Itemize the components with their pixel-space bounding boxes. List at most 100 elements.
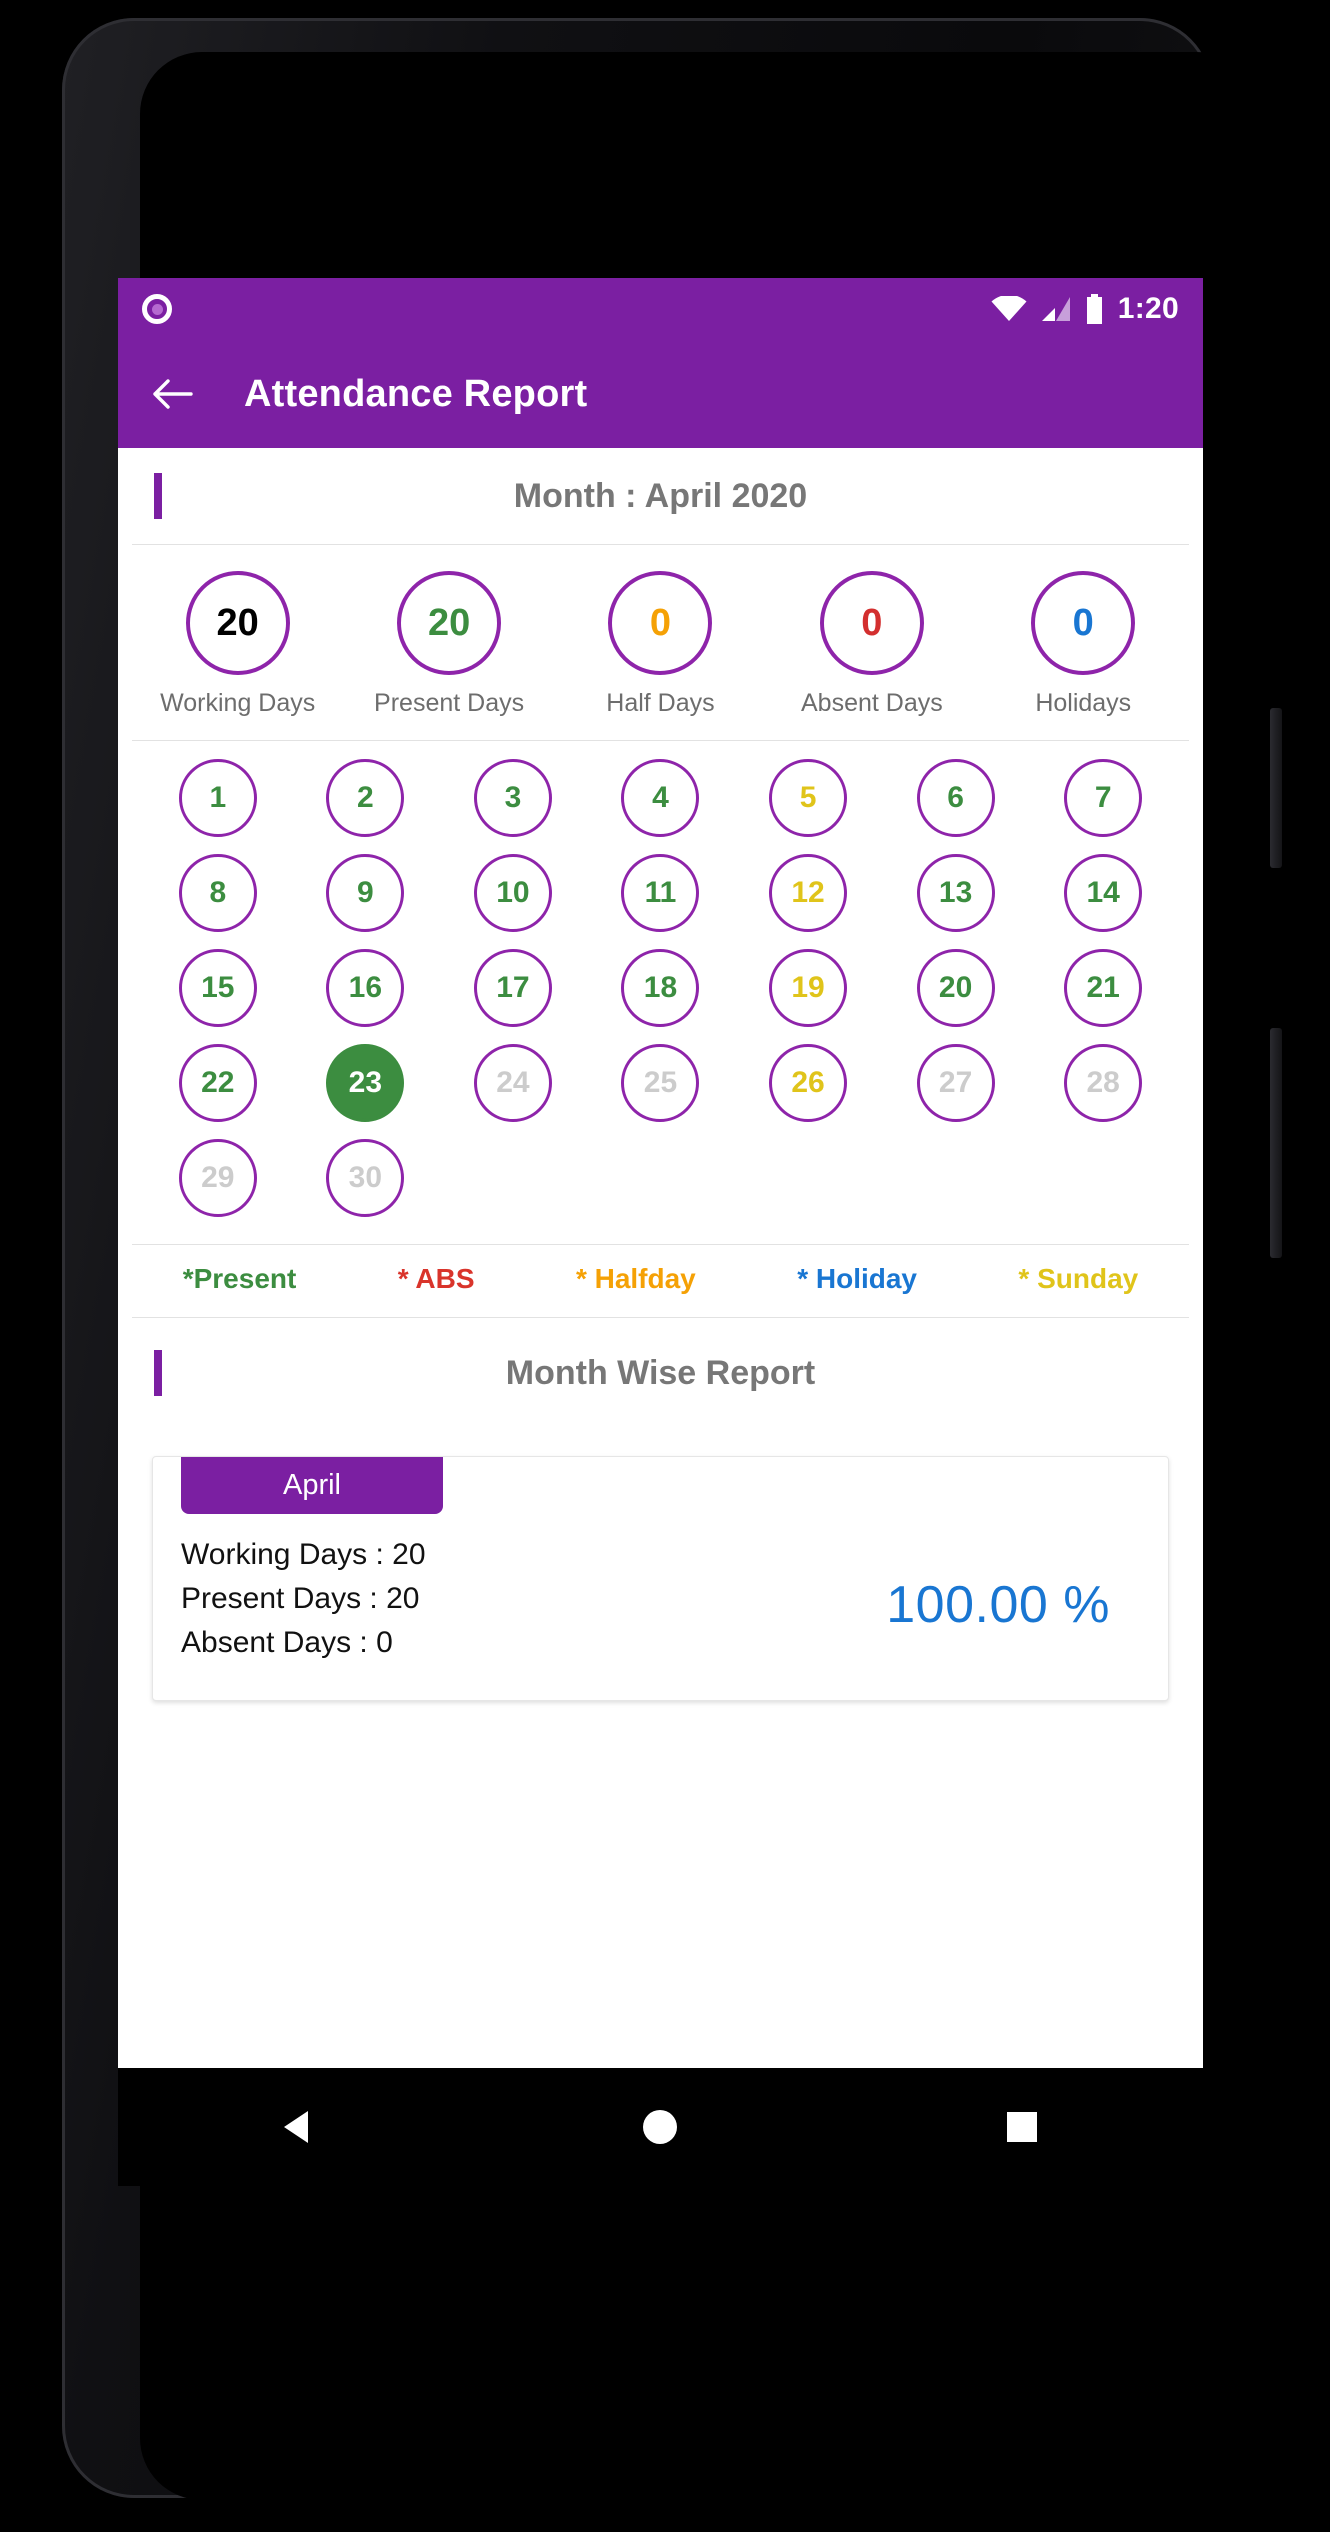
monthwise-line: Working Days : 20 (181, 1538, 426, 1571)
calendar-day-28[interactable]: 28 (1064, 1044, 1143, 1122)
calendar-day-29[interactable]: 29 (178, 1139, 257, 1217)
stat-label: Working Days (160, 689, 316, 717)
power-button[interactable] (1270, 708, 1282, 868)
app-bar: Attendance Report (118, 340, 1203, 448)
calendar-day-15[interactable]: 15 (178, 949, 257, 1027)
nav-recents-square-icon[interactable] (1000, 2105, 1044, 2149)
calendar-cell: 27 (882, 1044, 1030, 1122)
legend-item: * Halfday (575, 1263, 696, 1294)
calendar-cell: 24 (439, 1044, 587, 1122)
month-chip[interactable]: April (181, 1457, 443, 1514)
stat-label: Present Days (374, 689, 525, 717)
calendar-row: 15 16 17 18 19 20 21 (144, 949, 1177, 1027)
nav-home-circle-icon[interactable] (638, 2105, 682, 2149)
record-ring-icon (142, 294, 172, 324)
calendar-day-6[interactable]: 6 (916, 759, 995, 837)
calendar-legend: *Present * ABS * Halfday * Holiday * Sunday (118, 1245, 1203, 1317)
stat-value-circle: 0 (819, 571, 924, 675)
calendar-day-16[interactable]: 16 (326, 949, 405, 1027)
calendar-day-5[interactable]: 5 (769, 759, 848, 837)
calendar-day-13[interactable]: 13 (916, 854, 995, 932)
calendar-cell: 6 (882, 759, 1030, 837)
legend-item: * Holiday (797, 1263, 917, 1294)
calendar-cell (587, 1139, 735, 1217)
calendar-day-8[interactable]: 8 (178, 854, 257, 932)
calendar-cell: 12 (734, 854, 882, 932)
calendar-day-7[interactable]: 7 (1064, 759, 1143, 837)
calendar-day-10[interactable]: 10 (473, 854, 552, 932)
stat-value-circle: 20 (397, 571, 502, 675)
stat-label: Holidays (1035, 689, 1132, 717)
calendar-day-30[interactable]: 30 (326, 1139, 405, 1217)
month-header: Month : April 2020 (118, 448, 1203, 544)
calendar-cell: 4 (587, 759, 735, 837)
calendar-cell (882, 1139, 1030, 1217)
calendar-cell: 8 (144, 854, 292, 932)
calendar-cell: 19 (734, 949, 882, 1027)
calendar-cell: 18 (587, 949, 735, 1027)
calendar-day-22[interactable]: 22 (178, 1044, 257, 1122)
calendar-day-17[interactable]: 17 (473, 949, 552, 1027)
calendar-cell: 20 (882, 949, 1030, 1027)
calendar-cell: 21 (1029, 949, 1177, 1027)
calendar-cell (1029, 1139, 1177, 1217)
calendar-cell: 17 (439, 949, 587, 1027)
legend-item: *Present (182, 1263, 297, 1294)
calendar-row: 8 9 10 11 12 13 14 (144, 854, 1177, 932)
calendar-cell (439, 1139, 587, 1217)
stat-value-circle: 0 (1031, 571, 1136, 675)
calendar-day-23[interactable]: 23 (326, 1044, 405, 1122)
monthwise-card-body: April Working Days : 20 Present Days : 20… (153, 1457, 1168, 1670)
stat-working-days: 20 Working Days (137, 571, 338, 718)
calendar-cell: 5 (734, 759, 882, 837)
calendar-cell: 22 (144, 1044, 292, 1122)
calendar-cell: 14 (1029, 854, 1177, 932)
accent-bar (154, 1350, 162, 1396)
calendar-day-2[interactable]: 2 (326, 759, 405, 837)
calendar-day-12[interactable]: 12 (769, 854, 848, 932)
legend-item: * Sunday (1018, 1263, 1139, 1294)
calendar-row: 22 23 24 25 26 27 28 (144, 1044, 1177, 1122)
calendar-cell: 9 (292, 854, 440, 932)
calendar-day-18[interactable]: 18 (621, 949, 700, 1027)
calendar-row: 1234567 (144, 759, 1177, 837)
monthwise-card[interactable]: April Working Days : 20 Present Days : 20… (152, 1456, 1169, 1701)
calendar-cell: 11 (587, 854, 735, 932)
calendar-day-25[interactable]: 25 (621, 1044, 700, 1122)
calendar-day-27[interactable]: 27 (916, 1044, 995, 1122)
calendar-cell: 13 (882, 854, 1030, 932)
calendar-day-20[interactable]: 20 (916, 949, 995, 1027)
status-bar-right: 1:20 (991, 292, 1179, 326)
accent-bar (154, 473, 162, 519)
calendar-cell: 16 (292, 949, 440, 1027)
calendar-cell: 28 (1029, 1044, 1177, 1122)
calendar-cell: 7 (1029, 759, 1177, 837)
calendar-cell: 29 (144, 1139, 292, 1217)
screenshot-root: 1:20 Attendance Report Month : April 202… (0, 0, 1330, 2532)
calendar-cell: 15 (144, 949, 292, 1027)
wifi-icon (991, 296, 1027, 322)
calendar-day-9[interactable]: 9 (326, 854, 405, 932)
calendar-day-24[interactable]: 24 (473, 1044, 552, 1122)
calendar-cell: 30 (292, 1139, 440, 1217)
stat-value-circle: 0 (608, 571, 713, 675)
calendar-cell: 1 (144, 759, 292, 837)
calendar-day-4[interactable]: 4 (621, 759, 700, 837)
calendar-day-1[interactable]: 1 (178, 759, 257, 837)
calendar-day-14[interactable]: 14 (1064, 854, 1143, 932)
calendar-day-26[interactable]: 26 (769, 1044, 848, 1122)
stat-present-days: 20 Present Days (349, 571, 550, 718)
page-title: Attendance Report (244, 372, 588, 415)
calendar-day-11[interactable]: 11 (621, 854, 700, 932)
back-arrow-icon[interactable] (150, 372, 194, 416)
calendar-row: 29 30 (144, 1139, 1177, 1217)
side-button-lower[interactable] (1270, 1028, 1282, 1258)
attendance-calendar: 1 2 3 4 5 6 7 8 9 10 11 12 13 14 15 16 17 18 19 20 21 22 23 24 2… (118, 741, 1203, 1244)
calendar-cell: 25 (587, 1044, 735, 1122)
status-bar: 1:20 (118, 278, 1203, 340)
nav-back-triangle-icon[interactable] (277, 2105, 321, 2149)
calendar-day-21[interactable]: 21 (1064, 949, 1143, 1027)
calendar-day-3[interactable]: 3 (473, 759, 552, 837)
calendar-day-19[interactable]: 19 (769, 949, 848, 1027)
battery-icon (1085, 294, 1104, 324)
